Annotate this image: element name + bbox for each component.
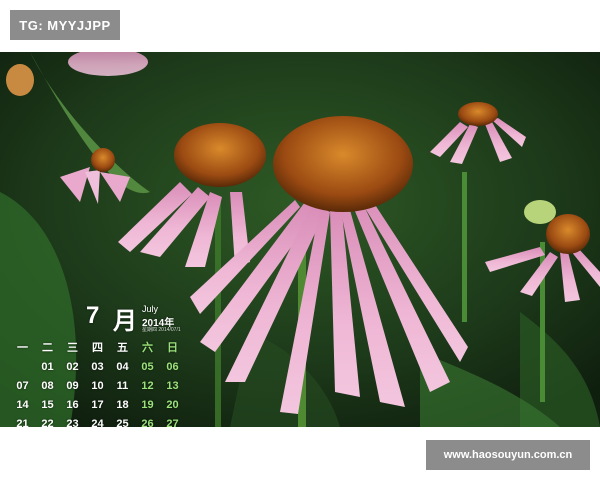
day-cell: 17 bbox=[91, 399, 104, 411]
footer-url: www.haosouyun.com.cn bbox=[426, 440, 590, 470]
day-cell: 02 bbox=[66, 361, 79, 373]
weekday-label: 五 bbox=[117, 342, 128, 354]
day-cell: 13 bbox=[166, 380, 179, 392]
day-cell: 14 bbox=[16, 399, 29, 411]
weekday-label: 三 bbox=[67, 342, 78, 354]
weekday-label: 二 bbox=[42, 342, 53, 354]
day-cell: 24 bbox=[91, 418, 104, 427]
calendar-header: 7 月 July 2014年 星期四 2014/07/1 bbox=[10, 302, 190, 335]
day-cell: 19 bbox=[141, 399, 154, 411]
day-cell: 08 bbox=[41, 380, 54, 392]
day-cell: 22 bbox=[41, 418, 54, 427]
day-cell: 04 bbox=[116, 361, 129, 373]
calendar-grid: 一 二 三 四 五 六 日 01 02 03 04 05 06 07 08 09… bbox=[10, 340, 185, 427]
day-cell: 15 bbox=[41, 399, 54, 411]
month-char: 月 bbox=[113, 308, 137, 335]
day-cell: 18 bbox=[116, 399, 129, 411]
day-cell: 06 bbox=[166, 361, 179, 373]
day-cell: 11 bbox=[116, 380, 129, 392]
day-cell: 25 bbox=[116, 418, 129, 427]
day-cell: 21 bbox=[16, 418, 29, 427]
month-english: July bbox=[142, 304, 159, 314]
weekday-label: 日 bbox=[167, 342, 178, 354]
month-number: 7 bbox=[86, 302, 100, 329]
day-cell: 07 bbox=[16, 380, 29, 392]
day-cell: 10 bbox=[91, 380, 104, 392]
day-cell: 01 bbox=[41, 361, 54, 373]
day-cell: 26 bbox=[141, 418, 154, 427]
weekday-label: 四 bbox=[92, 342, 103, 354]
day-cell: 16 bbox=[66, 399, 79, 411]
calendar-overlay: 7 月 July 2014年 星期四 2014/07/1 一 二 三 四 五 六… bbox=[10, 302, 190, 427]
weekday-label: 六 bbox=[142, 342, 153, 354]
day-cell: 12 bbox=[141, 380, 154, 392]
day-cell: 27 bbox=[166, 418, 179, 427]
top-tag: TG: MYYJJPP bbox=[10, 10, 120, 40]
day-cell: 09 bbox=[66, 380, 79, 392]
day-cell: 03 bbox=[91, 361, 104, 373]
day-cell: 20 bbox=[166, 399, 179, 411]
day-cell: 23 bbox=[66, 418, 79, 427]
day-cell: 05 bbox=[141, 361, 154, 373]
flower-photo: 7 月 July 2014年 星期四 2014/07/1 一 二 三 四 五 六… bbox=[0, 52, 600, 427]
weekday-label: 一 bbox=[17, 342, 28, 354]
calendar-subtitle: 星期四 2014/07/1 bbox=[142, 327, 181, 333]
day-cell bbox=[10, 359, 35, 375]
